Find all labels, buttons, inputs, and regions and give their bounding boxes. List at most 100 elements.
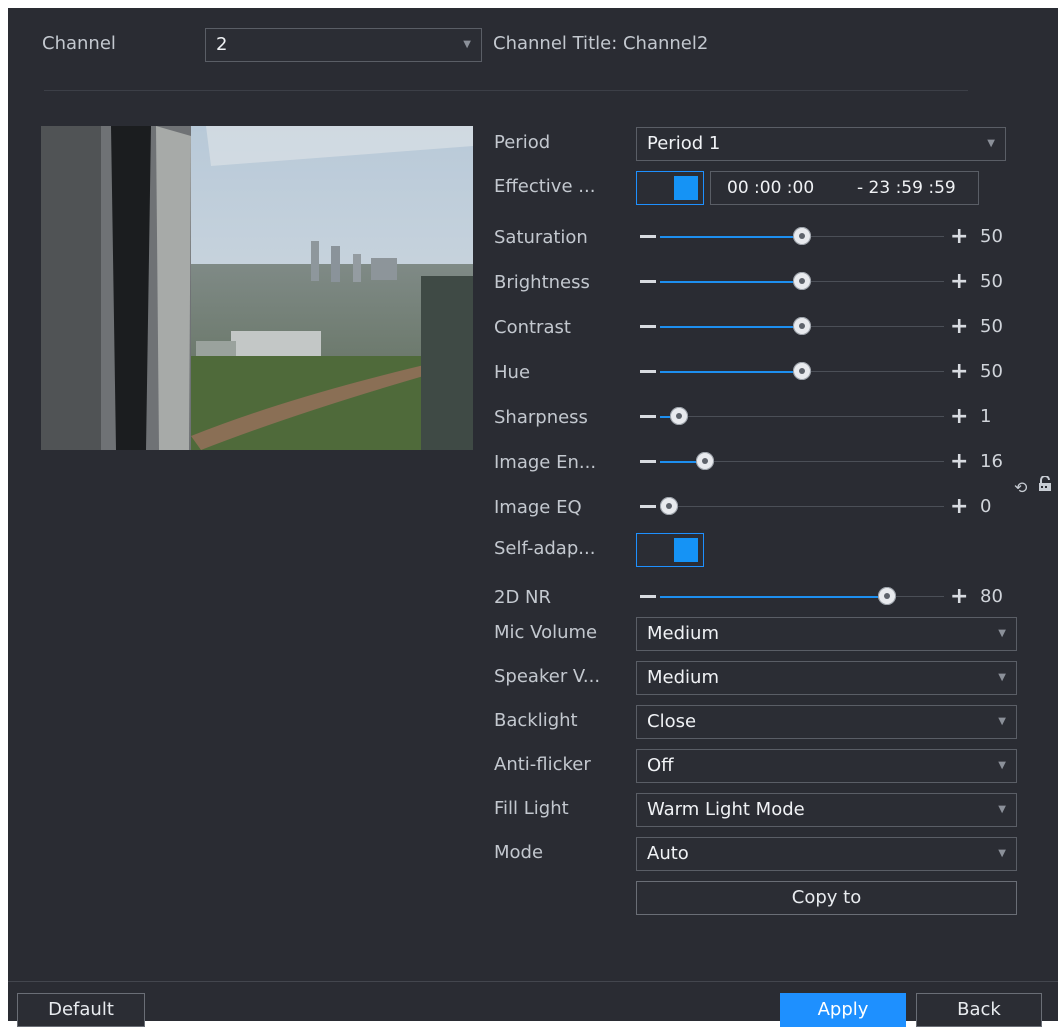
channel-select[interactable]: 2 ▼ xyxy=(205,28,482,62)
copy-to-button[interactable]: Copy to xyxy=(636,881,1017,915)
effective-toggle[interactable] xyxy=(636,171,704,205)
slider-label: Hue xyxy=(494,362,531,383)
chevron-down-icon: ▼ xyxy=(998,760,1006,771)
plus-icon[interactable]: + xyxy=(950,226,968,248)
slider-track[interactable] xyxy=(660,407,944,425)
minus-icon[interactable] xyxy=(640,415,656,418)
slider-value: 50 xyxy=(980,316,1003,337)
time-end: - 23 :59 :59 xyxy=(857,178,956,198)
plus-icon[interactable]: + xyxy=(950,361,968,383)
camera-preview-image xyxy=(41,126,473,450)
self-adaptive-toggle[interactable] xyxy=(636,533,704,567)
slider-thumb[interactable] xyxy=(660,497,678,515)
slider[interactable]: +80 xyxy=(638,582,1003,612)
period-select[interactable]: Period 1 ▼ xyxy=(636,127,1006,161)
chevron-down-icon: ▼ xyxy=(998,628,1006,639)
minus-icon[interactable] xyxy=(640,235,656,238)
minus-icon[interactable] xyxy=(640,460,656,463)
time-start: 00 :00 :00 xyxy=(727,178,815,198)
plus-icon[interactable]: + xyxy=(950,406,968,428)
slider-thumb[interactable] xyxy=(696,452,715,470)
dropdown-select[interactable]: Close ▼ xyxy=(636,705,1017,739)
slider-value: 0 xyxy=(980,496,992,517)
lock-icon[interactable] xyxy=(1038,475,1052,496)
effective-label: Effective ... xyxy=(494,176,596,197)
dropdown-label: Mode xyxy=(494,842,544,863)
slider[interactable]: +1 xyxy=(638,402,998,432)
video-preview xyxy=(41,126,473,450)
dropdown-value: Medium xyxy=(647,667,719,688)
default-button[interactable]: Default xyxy=(17,993,145,1027)
minus-icon[interactable] xyxy=(640,595,656,598)
footer-divider xyxy=(8,981,1058,982)
dropdown-select[interactable]: Auto ▼ xyxy=(636,837,1017,871)
effective-time-range[interactable]: 00 :00 :00 - 23 :59 :59 xyxy=(710,171,979,205)
slider-track[interactable] xyxy=(660,272,944,290)
minus-icon[interactable] xyxy=(640,370,656,373)
chevron-down-icon: ▼ xyxy=(998,672,1006,683)
slider-value: 80 xyxy=(980,586,1003,607)
slider-value: 50 xyxy=(980,271,1003,292)
chevron-down-icon: ▼ xyxy=(463,39,471,50)
slider-track[interactable] xyxy=(660,362,944,380)
slider-thumb[interactable] xyxy=(793,362,811,380)
dropdown-value: Off xyxy=(647,755,674,776)
plus-icon[interactable]: + xyxy=(950,496,968,518)
apply-button[interactable]: Apply xyxy=(780,993,906,1027)
slider-thumb[interactable] xyxy=(878,587,897,605)
slider-fill xyxy=(660,325,802,328)
slider-fill xyxy=(660,595,888,598)
slider[interactable]: +50 xyxy=(638,222,1003,252)
slider[interactable]: +50 xyxy=(638,267,1003,297)
dropdown-select[interactable]: Medium ▼ xyxy=(636,617,1017,651)
dropdown-label: Anti-flicker xyxy=(494,754,591,775)
dropdown-label: Backlight xyxy=(494,710,578,731)
slider-value: 1 xyxy=(980,406,992,427)
chevron-down-icon: ▼ xyxy=(987,138,995,149)
slider-label: Image EQ xyxy=(494,497,582,518)
dropdown-select[interactable]: Off ▼ xyxy=(636,749,1017,783)
slider[interactable]: +0 xyxy=(638,492,998,522)
dropdown-value: Warm Light Mode xyxy=(647,799,805,820)
slider-thumb[interactable] xyxy=(793,227,811,245)
slider-track[interactable] xyxy=(660,452,944,470)
dropdown-label: Mic Volume xyxy=(494,622,598,643)
slider-thumb[interactable] xyxy=(793,272,811,290)
toggle-knob xyxy=(674,538,698,562)
dropdown-value: Close xyxy=(647,711,697,732)
slider-thumb[interactable] xyxy=(793,317,811,335)
slider-track[interactable] xyxy=(660,497,944,515)
slider-track[interactable] xyxy=(660,227,944,245)
minus-icon[interactable] xyxy=(640,505,656,508)
slider-label: Brightness xyxy=(494,272,590,293)
slider[interactable]: +16 xyxy=(638,447,1003,477)
header-divider xyxy=(44,90,968,91)
slider-fill xyxy=(660,235,802,238)
slider[interactable]: +50 xyxy=(638,312,1003,342)
plus-icon[interactable]: + xyxy=(950,586,968,608)
slider-fill xyxy=(660,280,802,283)
slider-track[interactable] xyxy=(660,587,944,605)
minus-icon[interactable] xyxy=(640,280,656,283)
slider-value: 16 xyxy=(980,451,1003,472)
dropdown-select[interactable]: Warm Light Mode ▼ xyxy=(636,793,1017,827)
back-button[interactable]: Back xyxy=(916,993,1042,1027)
slider[interactable]: +50 xyxy=(638,357,1003,387)
plus-icon[interactable]: + xyxy=(950,271,968,293)
dropdown-value: Medium xyxy=(647,623,719,644)
dropdown-label: Speaker V... xyxy=(494,666,601,687)
dropdown-select[interactable]: Medium ▼ xyxy=(636,661,1017,695)
chevron-down-icon: ▼ xyxy=(998,848,1006,859)
channel-title: Channel Title: Channel2 xyxy=(493,33,709,54)
dropdown-label: Fill Light xyxy=(494,798,569,819)
chevron-down-icon: ▼ xyxy=(998,716,1006,727)
slider-track[interactable] xyxy=(660,317,944,335)
slider-label: Saturation xyxy=(494,227,588,248)
plus-icon[interactable]: + xyxy=(950,316,968,338)
minus-icon[interactable] xyxy=(640,325,656,328)
period-value: Period 1 xyxy=(647,133,721,154)
plus-icon[interactable]: + xyxy=(950,451,968,473)
refresh-icon[interactable]: ⟲ xyxy=(1014,478,1027,497)
slider-value: 50 xyxy=(980,361,1003,382)
slider-thumb[interactable] xyxy=(669,407,688,425)
